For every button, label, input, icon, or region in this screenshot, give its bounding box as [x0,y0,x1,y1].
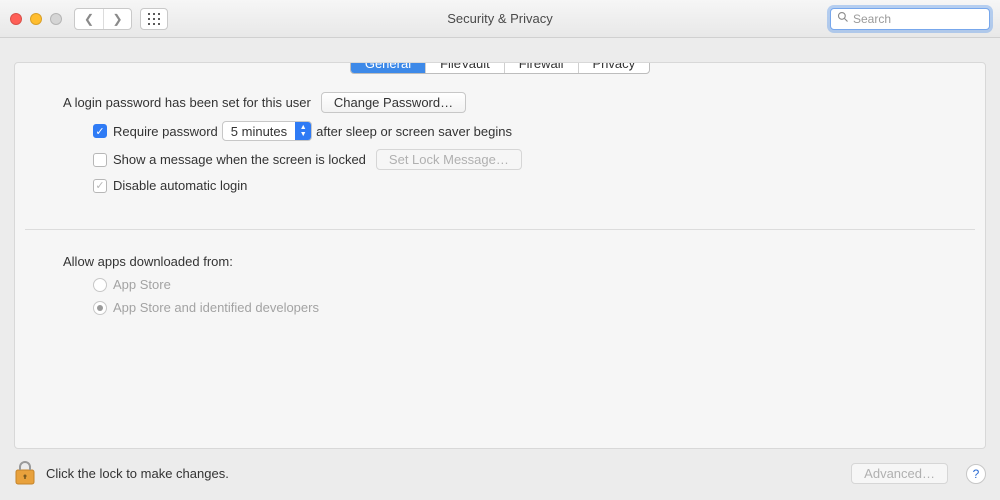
footer: Click the lock to make changes. Advanced… [0,449,1000,500]
preferences-window: ❮ ❯ Security & Privacy [0,0,1000,500]
zoom-window-button[interactable] [50,13,62,25]
lock-icon [14,459,36,485]
tab-firewall[interactable]: Firewall [505,62,579,73]
show-all-button[interactable] [140,8,168,30]
allow-apps-appstore-label: App Store [113,277,171,292]
tab-filevault[interactable]: FileVault [426,62,505,73]
password-set-text: A login password has been set for this u… [63,95,311,110]
require-password-label-pre: Require password [113,124,218,139]
lock-hint-text: Click the lock to make changes. [46,466,229,481]
advanced-button[interactable]: Advanced… [851,463,948,484]
require-password-delay-select[interactable]: 5 minutes ▲▼ [222,121,312,141]
lock-button[interactable] [14,459,36,488]
tab-bar: General FileVault Firewall Privacy [350,62,650,74]
tab-privacy[interactable]: Privacy [579,62,650,73]
minimize-window-button[interactable] [30,13,42,25]
require-password-label-post: after sleep or screen saver begins [316,124,512,139]
search-icon [837,11,849,26]
titlebar: ❮ ❯ Security & Privacy [0,0,1000,38]
set-lock-message-button[interactable]: Set Lock Message… [376,149,522,170]
show-lock-message-checkbox[interactable] [93,153,107,167]
allow-apps-appstore-radio[interactable] [93,278,107,292]
change-password-button[interactable]: Change Password… [321,92,466,113]
tab-general[interactable]: General [351,62,426,73]
show-lock-message-label: Show a message when the screen is locked [113,152,366,167]
nav-back-forward: ❮ ❯ [74,8,132,30]
apps-section: Allow apps downloaded from: App Store Ap… [15,250,985,331]
allow-apps-heading: Allow apps downloaded from: [63,254,233,269]
content-area: General FileVault Firewall Privacy A log… [0,38,1000,449]
window-controls [10,13,62,25]
disable-auto-login-label: Disable automatic login [113,178,247,193]
back-button[interactable]: ❮ [75,9,103,29]
search-input[interactable] [853,12,983,26]
search-field[interactable] [830,8,990,30]
login-section: A login password has been set for this u… [15,74,985,209]
require-password-delay-value: 5 minutes [223,124,295,139]
close-window-button[interactable] [10,13,22,25]
grid-icon [148,13,160,25]
allow-apps-identified-radio[interactable] [93,301,107,315]
require-password-checkbox[interactable]: ✓ [93,124,107,138]
help-button[interactable]: ? [966,464,986,484]
stepper-icon: ▲▼ [295,122,311,140]
section-divider [25,229,975,230]
disable-auto-login-checkbox[interactable]: ✓ [93,179,107,193]
settings-panel: General FileVault Firewall Privacy A log… [14,62,986,449]
allow-apps-identified-label: App Store and identified developers [113,300,319,315]
forward-button[interactable]: ❯ [103,9,131,29]
